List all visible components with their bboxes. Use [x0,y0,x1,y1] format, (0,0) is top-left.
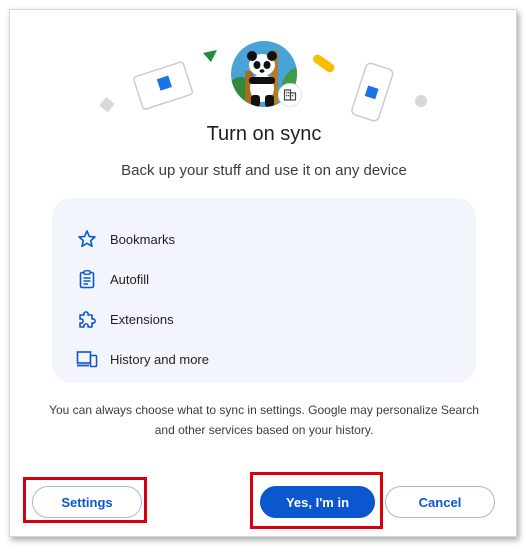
decor-triangle-shape [203,50,217,62]
clipboard-icon [76,268,98,290]
dialog-subtitle: Back up your stuff and use it on any dev… [121,162,407,179]
devices-icon [76,348,98,370]
settings-highlight-box [23,477,147,523]
sync-disclaimer: You can always choose what to sync in se… [49,403,479,437]
puzzle-icon [76,308,98,330]
sync-dialog: Turn on sync Back up your stuff and use … [9,9,517,537]
decor-pill-shape [313,54,335,73]
decor-circle-shape [415,95,427,107]
feature-label: History and more [110,351,209,367]
enterprise-badge [279,84,301,106]
decor-diamond-shape [99,96,115,113]
feature-label: Extensions [110,311,174,327]
sync-features-list: Bookmarks Autofill Extensions History an… [52,198,476,383]
phone-illustration [351,62,394,122]
dialog-title: Turn on sync [206,123,322,145]
cancel-button[interactable]: Cancel [385,486,495,518]
feature-item-bookmarks: Bookmarks [76,227,175,251]
laptop-illustration [133,61,194,110]
confirm-highlight-box [250,472,383,529]
star-icon [76,228,98,250]
feature-item-history: History and more [76,347,209,371]
feature-label: Bookmarks [110,231,176,247]
feature-item-extensions: Extensions [76,307,174,331]
feature-label: Autofill [110,271,150,287]
building-icon [283,89,297,101]
feature-item-autofill: Autofill [76,267,149,291]
